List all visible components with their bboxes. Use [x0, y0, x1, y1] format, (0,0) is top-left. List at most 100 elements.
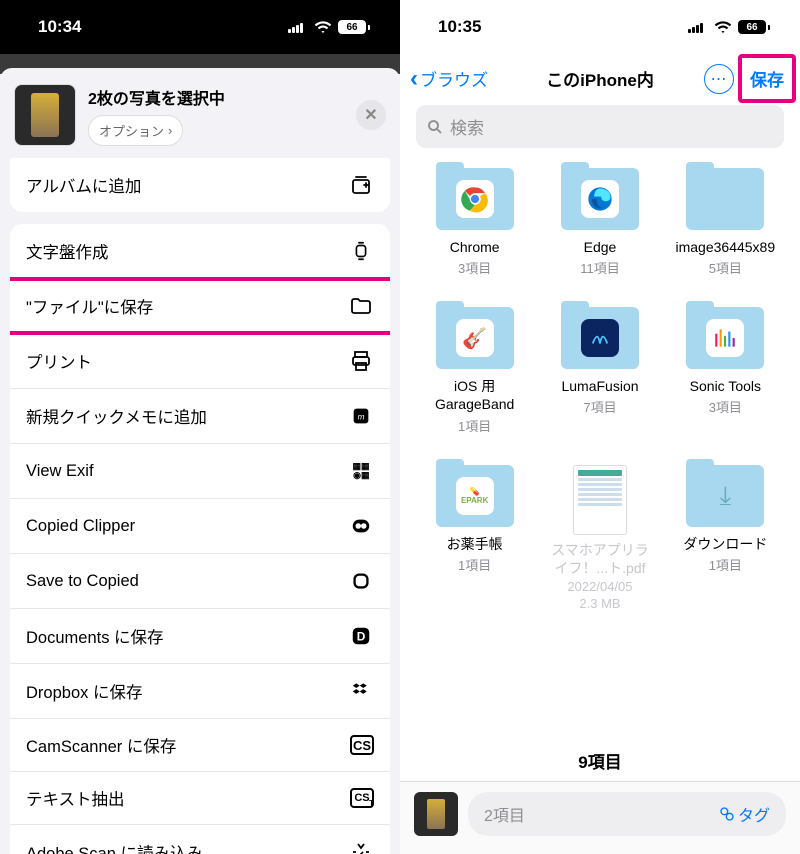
folder-name: LumaFusion: [561, 377, 638, 395]
menu-save-to-files[interactable]: "ファイル"に保存: [10, 279, 390, 334]
more-button[interactable]: ⋯: [704, 64, 734, 94]
selection-count: 2項目: [484, 802, 525, 826]
options-label: オプション: [99, 121, 164, 140]
menu-add-to-album[interactable]: アルバムに追加: [10, 158, 390, 212]
share-sheet: 2枚の写真を選択中 オプション › ✕ アルバムに追加 文字盤作成: [0, 68, 400, 854]
status-bar: 10:34 66: [0, 0, 400, 54]
menu-label: Copied Clipper: [26, 517, 135, 536]
wifi-icon: [314, 18, 332, 36]
folder-count: 11項目: [580, 258, 620, 277]
files-content: ‹ ブラウズ このiPhone内 ⋯ 保存 検索 Chrome 3項目: [400, 54, 800, 854]
status-time: 10:35: [438, 17, 481, 37]
file-date: 2022/04/05: [567, 579, 632, 594]
svg-text:m: m: [358, 413, 365, 422]
close-button[interactable]: ✕: [356, 100, 386, 130]
file-pdf[interactable]: スマホアプリライフ！...ト.pdf 2022/04/05 2.3 MB: [545, 465, 654, 611]
menu-create-watchface[interactable]: 文字盤作成: [10, 224, 390, 279]
folder-sonictools[interactable]: Sonic Tools 3項目: [671, 307, 780, 434]
search-field[interactable]: 検索: [416, 105, 784, 148]
cellular-icon: [288, 21, 308, 33]
selection-pill[interactable]: 2項目 タグ: [468, 792, 786, 836]
location-title: このiPhone内: [546, 66, 654, 91]
folder-name: image36445x89: [676, 238, 776, 256]
menu-save-to-documents[interactable]: Documents に保存 D: [10, 609, 390, 664]
total-items: 9項目: [400, 740, 800, 781]
menu-label: 新規クイックメモに追加: [26, 404, 207, 428]
menu-label: Save to Copied: [26, 572, 139, 591]
folder-count: 3項目: [458, 258, 491, 277]
sheet-header: 2枚の写真を選択中 オプション › ✕: [0, 68, 400, 158]
menu-label: View Exif: [26, 462, 94, 481]
folder-name: Sonic Tools: [690, 377, 761, 395]
tag-button[interactable]: タグ: [719, 802, 770, 826]
chevron-right-icon: ›: [168, 123, 172, 138]
files-header: ‹ ブラウズ このiPhone内 ⋯ 保存: [400, 54, 800, 101]
watch-icon: [348, 238, 374, 264]
menu-print[interactable]: プリント: [10, 334, 390, 389]
file-name: スマホアプリライフ！...ト.pdf: [545, 541, 654, 577]
folder-count: 1項目: [458, 416, 491, 435]
svg-text:D: D: [357, 630, 366, 644]
chrome-icon: [456, 180, 494, 218]
menu-label: CamScanner に保存: [26, 733, 176, 757]
phone-right-files: 10:35 66 ‹ ブラウズ このiPhone内 ⋯ 保存 検索: [400, 0, 800, 854]
folder-edge[interactable]: Edge 11項目: [545, 168, 654, 277]
menu-save-to-copied[interactable]: Save to Copied: [10, 554, 390, 609]
menu-label: Documents に保存: [26, 624, 164, 648]
menu-extract-text[interactable]: テキスト抽出 CST: [10, 772, 390, 825]
folder-okusuri[interactable]: 💊EPARK お薬手帳 1項目: [420, 465, 529, 611]
folder-count: 7項目: [583, 397, 616, 416]
save-button[interactable]: 保存: [744, 62, 790, 95]
status-bar: 10:35 66: [400, 0, 800, 54]
garageband-icon: 🎸: [456, 319, 494, 357]
status-time: 10:34: [38, 17, 81, 37]
file-thumbnail-icon: [573, 465, 627, 535]
folder-name: Chrome: [450, 238, 500, 256]
folder-icon: [348, 293, 374, 319]
share-sheet-content: 2枚の写真を選択中 オプション › ✕ アルバムに追加 文字盤作成: [0, 54, 400, 854]
selection-thumbnail[interactable]: [414, 792, 458, 836]
camscanner-icon: CS: [350, 735, 374, 755]
folder-image36445x89[interactable]: image36445x89 5項目: [671, 168, 780, 277]
menu-adobe-scan[interactable]: Adobe Scan に読み込み: [10, 825, 390, 854]
menu-label: プリント: [26, 349, 92, 373]
note-icon: m: [348, 403, 374, 429]
folder-chrome[interactable]: Chrome 3項目: [420, 168, 529, 277]
menu-label: 文字盤作成: [26, 239, 109, 263]
exif-icon: ▦▦◉▦: [348, 458, 374, 484]
print-icon: [348, 348, 374, 374]
options-button[interactable]: オプション ›: [88, 115, 183, 146]
epark-icon: 💊EPARK: [456, 477, 494, 515]
folder-count: 1項目: [458, 555, 491, 574]
menu-group-2: 文字盤作成 "ファイル"に保存 プリント 新規クイックメモに追加 m: [10, 224, 390, 854]
bottom-bar: 2項目 タグ: [400, 781, 800, 854]
back-label: ブラウズ: [420, 66, 488, 91]
menu-copied-clipper[interactable]: Copied Clipper: [10, 499, 390, 554]
lumafusion-icon: [581, 319, 619, 357]
menu-label: "ファイル"に保存: [26, 294, 153, 318]
menu-label: テキスト抽出: [26, 786, 125, 810]
menu-add-quicknote[interactable]: 新規クイックメモに追加 m: [10, 389, 390, 444]
menu-save-to-dropbox[interactable]: Dropbox に保存: [10, 664, 390, 719]
menu-group-1: アルバムに追加: [10, 158, 390, 212]
folder-name: iOS 用GarageBand: [420, 377, 529, 413]
documents-icon: D: [348, 623, 374, 649]
folder-downloads[interactable]: ⤓ ダウンロード 1項目: [671, 465, 780, 611]
back-button[interactable]: ‹ ブラウズ: [410, 65, 488, 93]
cellular-icon: [688, 21, 708, 33]
menu-view-exif[interactable]: View Exif ▦▦◉▦: [10, 444, 390, 499]
copied-icon: [348, 568, 374, 594]
menu-save-to-camscanner[interactable]: CamScanner に保存 CS: [10, 719, 390, 772]
folder-garageband[interactable]: 🎸 iOS 用GarageBand 1項目: [420, 307, 529, 434]
cstext-icon: CST: [350, 788, 374, 808]
status-indicators: 66: [688, 18, 770, 36]
dropbox-icon: [348, 678, 374, 704]
adobescan-icon: [348, 839, 374, 854]
battery-icon: 66: [338, 20, 370, 34]
chevron-left-icon: ‹: [410, 65, 418, 93]
folder-name: Edge: [584, 238, 617, 256]
battery-icon: 66: [738, 20, 770, 34]
folder-count: 1項目: [709, 555, 742, 574]
close-icon: ✕: [364, 105, 377, 125]
folder-lumafusion[interactable]: LumaFusion 7項目: [545, 307, 654, 434]
